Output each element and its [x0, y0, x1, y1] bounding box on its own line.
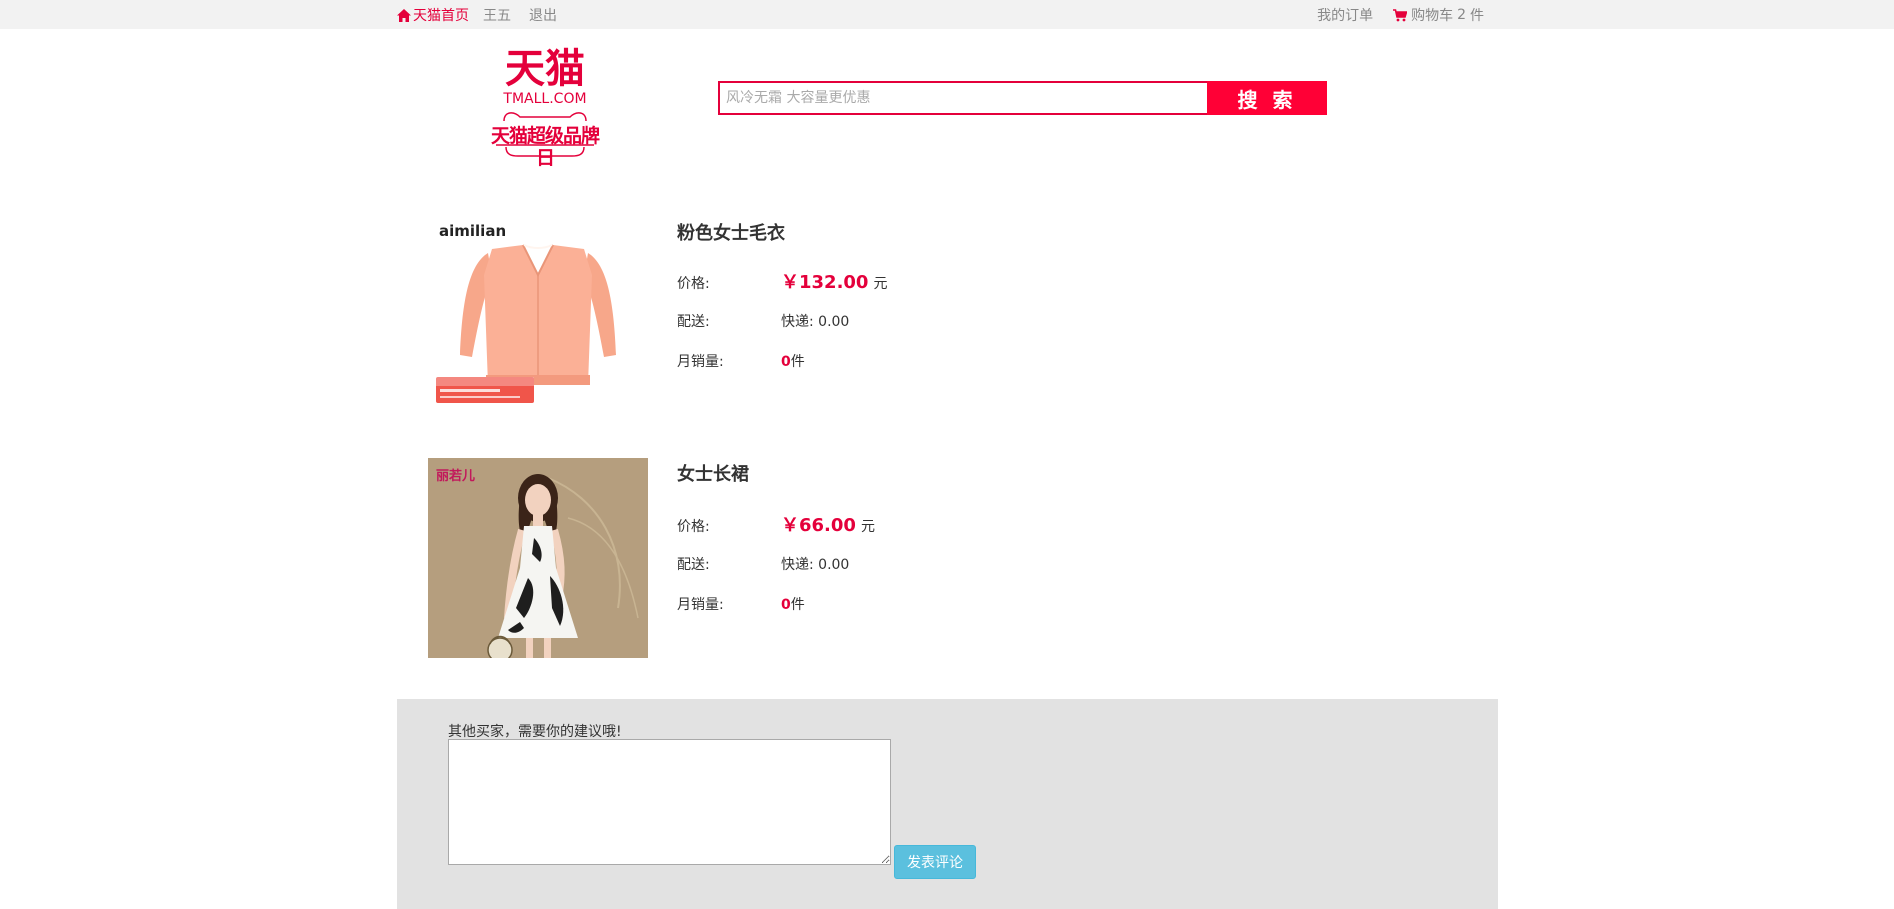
comment-section: 其他买家，需要你的建议哦! 发表评论 [397, 699, 1498, 909]
price-unit: 元 [860, 519, 875, 535]
tmall-logo[interactable]: 天猫 TMALL.COM 天猫超级品牌日 [488, 45, 602, 170]
my-orders-link[interactable]: 我的订单 [1317, 5, 1373, 25]
logout-link[interactable]: 退出 [529, 5, 557, 25]
post-comment-button[interactable]: 发表评论 [894, 845, 976, 879]
dress-image: 丽若儿 [428, 458, 648, 658]
product-image-sweater[interactable]: aimilian [428, 215, 648, 415]
cart-label: 购物车 [1411, 8, 1454, 24]
sales-label: 月销量: [677, 597, 724, 613]
top-bar: 天猫首页 王五 退出 我的订单 购物车 2 件 [0, 0, 1894, 29]
search-input[interactable] [718, 81, 1207, 115]
cart-link[interactable]: 购物车 2 件 [1393, 5, 1484, 25]
shipping-label: 配送: [677, 557, 710, 573]
brand-text: 丽若儿 [436, 468, 475, 484]
price-row: 价格: ￥ 132.00 元 [677, 268, 887, 294]
shipping-row: 配送: 快递: 0.00 [677, 311, 849, 331]
sales-value: 0 [781, 354, 791, 370]
product-title[interactable]: 粉色女士毛衣 [677, 219, 785, 245]
price-value: 66.00 [799, 515, 856, 536]
product-item: 丽若儿 女士长裙 价格: ￥ 66.00 元 配送: 快递: 0.00 月销量:… [428, 458, 1028, 658]
search-button[interactable]: 搜 索 [1207, 81, 1327, 115]
logo-domain-text: TMALL.COM [503, 91, 587, 107]
price-unit: 元 [873, 276, 888, 292]
username-link[interactable]: 王五 [483, 5, 511, 25]
price-label: 价格: [677, 519, 710, 535]
price-label: 价格: [677, 276, 710, 292]
top-bar-inner: 天猫首页 王五 退出 我的订单 购物车 2 件 [397, 0, 1484, 29]
product-title[interactable]: 女士长裙 [677, 460, 749, 486]
product-image-dress[interactable]: 丽若儿 [428, 458, 648, 658]
price-row: 价格: ￥ 66.00 元 [677, 511, 875, 537]
cart-unit: 件 [1470, 8, 1484, 24]
top-bar-left: 天猫首页 王五 退出 [397, 5, 557, 25]
cart-count: 2 [1457, 7, 1466, 23]
shipping-row: 配送: 快递: 0.00 [677, 554, 849, 574]
cart-icon [1393, 8, 1408, 21]
sales-unit: 件 [790, 354, 805, 370]
price-value: 132.00 [799, 272, 869, 293]
brand-text: aimilian [439, 222, 506, 240]
comment-prompt: 其他买家，需要你的建议哦! [448, 724, 622, 740]
home-link-label: 天猫首页 [413, 8, 469, 24]
search-bar: 搜 索 [718, 81, 1327, 115]
sales-row: 月销量: 0 件 [677, 594, 805, 614]
home-link[interactable]: 天猫首页 [397, 5, 469, 25]
shipping-label: 配送: [677, 314, 710, 330]
sales-unit: 件 [790, 597, 805, 613]
logo-sub-text: 天猫超级品牌日 [490, 125, 600, 169]
sales-label: 月销量: [677, 354, 724, 370]
shipping-value: 快递: 0.00 [781, 314, 850, 330]
product-item: aimilian 粉色女士毛衣 价格: ￥ 132.00 元 配送: 快递: 0… [428, 215, 1028, 415]
logo-main-text: 天猫 [505, 45, 585, 92]
sales-value: 0 [781, 597, 791, 613]
price-currency: ￥ [781, 272, 799, 293]
sales-row: 月销量: 0 件 [677, 351, 805, 371]
top-bar-right: 我的订单 购物车 2 件 [1317, 5, 1484, 25]
price-currency: ￥ [781, 515, 799, 536]
home-icon [397, 8, 411, 22]
shipping-value: 快递: 0.00 [781, 557, 850, 573]
sweater-image: aimilian [428, 215, 648, 415]
comment-textarea[interactable] [448, 739, 891, 865]
